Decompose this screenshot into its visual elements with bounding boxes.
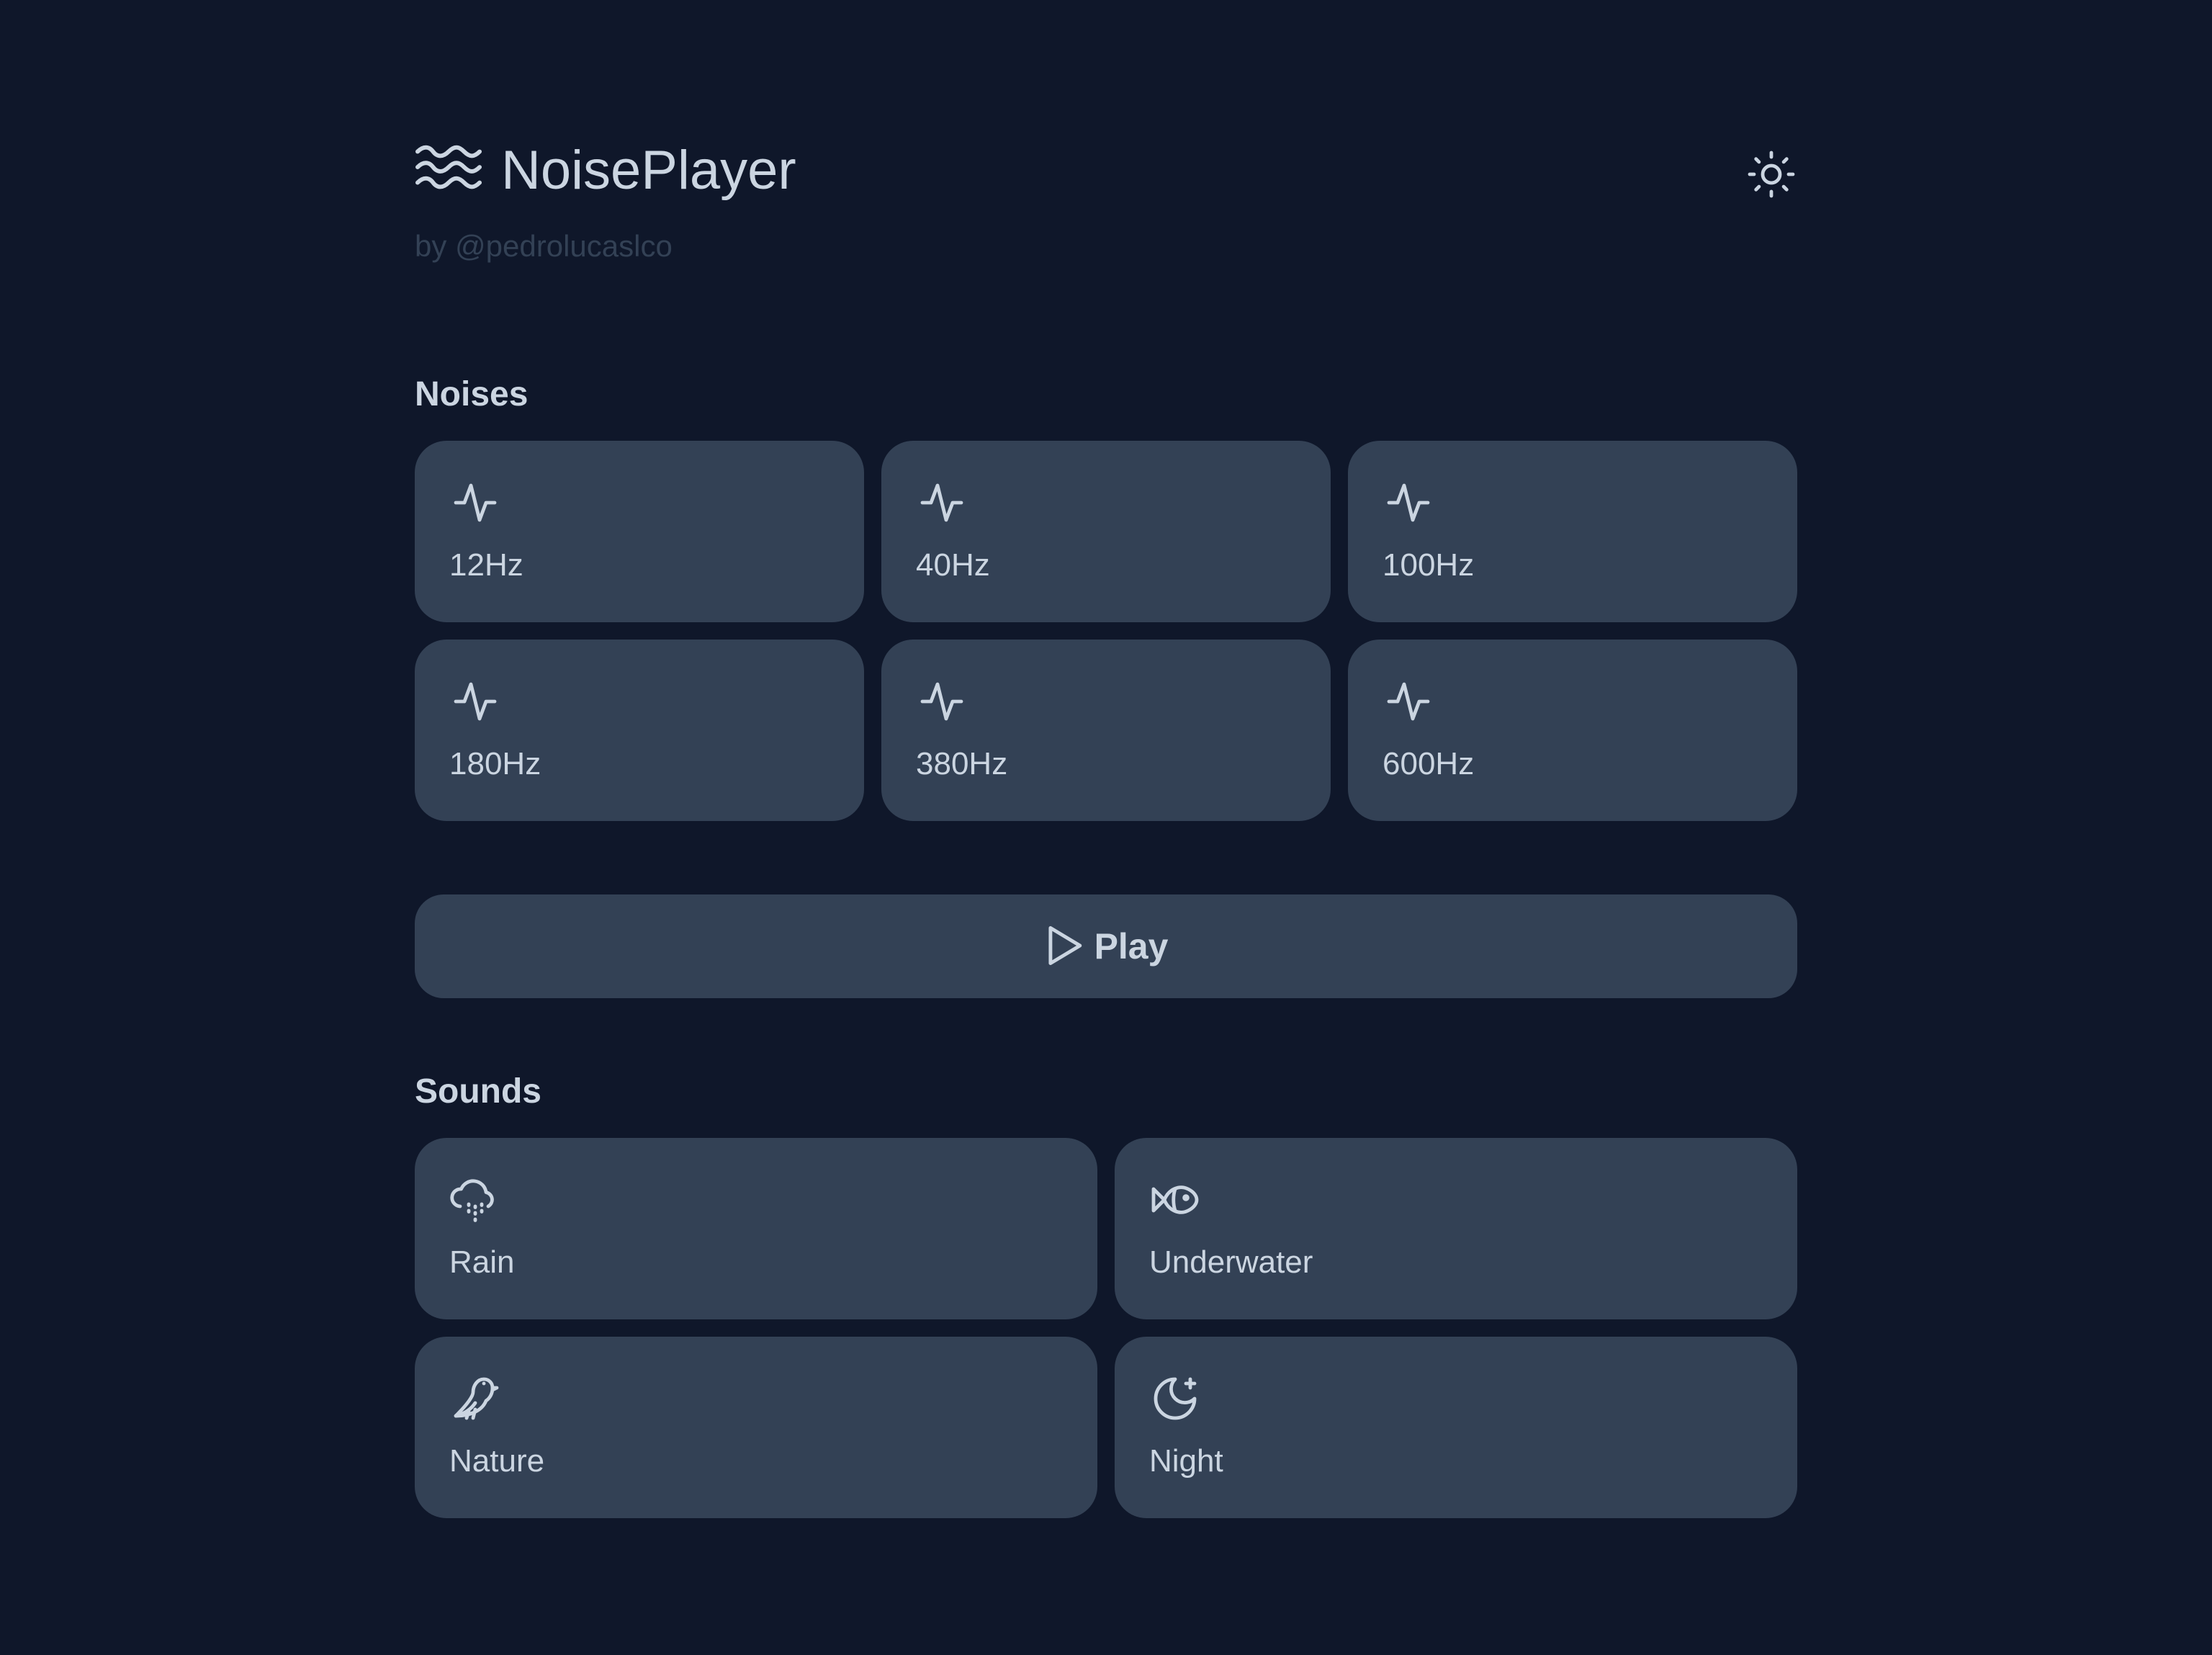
sound-card-night[interactable]: Night: [1115, 1337, 1797, 1518]
sound-card-underwater[interactable]: Underwater: [1115, 1138, 1797, 1319]
play-button[interactable]: Play: [415, 894, 1797, 998]
activity-icon: [916, 477, 968, 529]
app-container: NoisePlayer by @pedrolucaslco Noises 12H…: [415, 137, 1797, 1518]
activity-icon: [449, 676, 501, 727]
noise-card-12hz[interactable]: 12Hz: [415, 441, 864, 622]
noise-label: 12Hz: [449, 547, 523, 583]
play-icon: [1044, 924, 1094, 969]
sound-label: Night: [1149, 1443, 1223, 1479]
app-title: NoisePlayer: [501, 139, 796, 201]
noise-card-380hz[interactable]: 380Hz: [881, 640, 1331, 821]
cloud-rain-icon: [449, 1174, 501, 1226]
waves-icon: [415, 143, 482, 198]
brand: NoisePlayer: [415, 143, 796, 198]
sun-icon: [1745, 151, 1797, 202]
activity-icon: [916, 676, 968, 727]
sound-label: Nature: [449, 1443, 545, 1479]
sounds-grid: Rain Underwater Nature Night: [415, 1138, 1797, 1518]
noises-section-title: Noises: [415, 375, 529, 413]
header: NoisePlayer: [415, 137, 1797, 209]
noise-label: 40Hz: [916, 547, 990, 583]
play-label: Play: [1094, 926, 1169, 966]
noise-card-100hz[interactable]: 100Hz: [1348, 441, 1797, 622]
noise-label: 380Hz: [916, 746, 1008, 781]
noise-card-180hz[interactable]: 180Hz: [415, 640, 864, 821]
theme-toggle-button[interactable]: [1745, 148, 1797, 200]
fish-icon: [1149, 1174, 1201, 1226]
sound-card-rain[interactable]: Rain: [415, 1138, 1097, 1319]
activity-icon: [1382, 676, 1434, 727]
sounds-section-title: Sounds: [415, 1072, 541, 1111]
noise-label: 100Hz: [1382, 547, 1475, 583]
activity-icon: [449, 477, 501, 529]
author-byline: by @pedrolucaslco: [415, 229, 673, 263]
noise-card-40hz[interactable]: 40Hz: [881, 441, 1331, 622]
noise-label: 180Hz: [449, 746, 541, 781]
bird-icon: [449, 1373, 501, 1425]
noises-grid: 12Hz 40Hz 100Hz 180Hz 380Hz 600Hz: [415, 441, 1797, 821]
moon-star-icon: [1149, 1373, 1201, 1425]
noise-card-600hz[interactable]: 600Hz: [1348, 640, 1797, 821]
sound-card-nature[interactable]: Nature: [415, 1337, 1097, 1518]
sound-label: Rain: [449, 1244, 515, 1280]
noise-label: 600Hz: [1382, 746, 1475, 781]
activity-icon: [1382, 477, 1434, 529]
sound-label: Underwater: [1149, 1244, 1313, 1280]
